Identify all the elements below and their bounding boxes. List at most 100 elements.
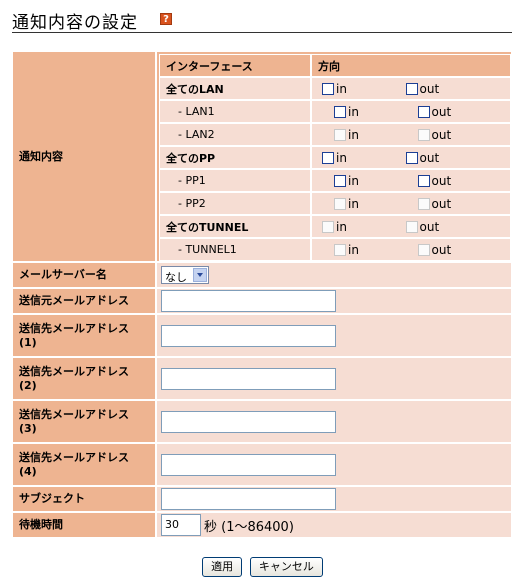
interface-direction-table: インターフェース 方向 全てのLAN in out - LAN1 in out … xyxy=(159,54,511,261)
from-address-value xyxy=(156,288,512,314)
out-label: out xyxy=(419,219,440,234)
column-header-direction: 方向 xyxy=(311,54,511,77)
out-label: out xyxy=(419,150,440,165)
interface-name: 全てのLAN xyxy=(159,77,311,100)
to-address-1-input[interactable] xyxy=(161,324,336,347)
cancel-button[interactable]: キャンセル xyxy=(249,557,323,577)
direction-cell: in out xyxy=(311,169,511,192)
to-address-1-label: 送信先メールアドレス (1) xyxy=(12,314,156,357)
to-address-4-input[interactable] xyxy=(161,453,336,476)
in-label: in xyxy=(348,104,359,119)
subject-row: サブジェクト xyxy=(12,486,512,512)
out-checkbox[interactable] xyxy=(417,174,430,187)
notify-section-row: 通知内容 インターフェース 方向 全てのLAN in out - LAN1 in… xyxy=(12,51,512,262)
to-address-1-label-suffix: (1) xyxy=(19,335,37,349)
interface-name: - PP2 xyxy=(159,192,311,215)
wait-time-unit: 秒 (1〜86400) xyxy=(204,519,294,535)
page-title: 通知内容の設定 xyxy=(12,13,138,33)
interface-name: - LAN1 xyxy=(159,100,311,123)
from-address-label: 送信元メールアドレス xyxy=(12,288,156,314)
out-label: out xyxy=(431,127,452,142)
in-checkbox-disabled xyxy=(334,197,346,210)
direction-cell: in out xyxy=(311,192,511,215)
from-address-input[interactable] xyxy=(161,290,336,312)
mail-server-selected: なし xyxy=(165,271,187,284)
subject-label: サブジェクト xyxy=(12,486,156,512)
interface-name: 全てのTUNNEL xyxy=(159,215,311,238)
interface-row-all-tunnel: 全てのTUNNEL in out xyxy=(159,215,511,238)
out-checkbox[interactable] xyxy=(405,151,418,164)
to-address-3-label-text: 送信先メールアドレス xyxy=(19,407,129,421)
in-label: in xyxy=(336,81,347,96)
out-checkbox[interactable] xyxy=(405,82,418,95)
to-address-2-label-text: 送信先メールアドレス xyxy=(19,364,129,378)
to-address-4-value xyxy=(156,443,512,486)
in-label: in xyxy=(336,150,347,165)
in-label: in xyxy=(348,173,359,188)
in-checkbox-disabled xyxy=(322,220,334,233)
page-header: 通知内容の設定 ? xyxy=(12,6,512,33)
to-address-3-row: 送信先メールアドレス (3) xyxy=(12,400,512,443)
subject-input[interactable] xyxy=(161,488,336,510)
to-address-3-value xyxy=(156,400,512,443)
action-buttons: 適用 キャンセル xyxy=(0,557,525,577)
subject-value xyxy=(156,486,512,512)
to-address-4-label: 送信先メールアドレス (4) xyxy=(12,443,156,486)
column-header-interface: インターフェース xyxy=(159,54,311,77)
interface-row-pp2: - PP2 in out xyxy=(159,192,511,215)
in-checkbox-disabled xyxy=(334,243,346,256)
out-checkbox-disabled xyxy=(417,243,430,256)
interface-row-lan2: - LAN2 in out xyxy=(159,123,511,146)
in-label: in xyxy=(348,242,359,257)
in-checkbox[interactable] xyxy=(334,105,346,118)
wait-time-label: 待機時間 xyxy=(12,512,156,538)
in-checkbox[interactable] xyxy=(322,151,334,164)
in-label: in xyxy=(348,196,359,211)
in-checkbox[interactable] xyxy=(322,82,334,95)
in-checkbox[interactable] xyxy=(334,174,346,187)
out-label: out xyxy=(431,104,452,119)
to-address-2-value xyxy=(156,357,512,400)
to-address-3-label: 送信先メールアドレス (3) xyxy=(12,400,156,443)
out-label: out xyxy=(431,242,452,257)
out-checkbox-disabled xyxy=(405,220,418,233)
out-checkbox-disabled xyxy=(417,128,430,141)
to-address-4-label-text: 送信先メールアドレス xyxy=(19,450,129,464)
interface-name: - LAN2 xyxy=(159,123,311,146)
mail-server-value: なし xyxy=(156,262,512,288)
interface-row-pp1: - PP1 in out xyxy=(159,169,511,192)
to-address-1-value xyxy=(156,314,512,357)
chevron-down-icon[interactable] xyxy=(193,268,207,282)
out-label: out xyxy=(419,81,440,96)
mail-server-row: メールサーバー名 なし xyxy=(12,262,512,288)
in-checkbox-disabled xyxy=(334,128,346,141)
to-address-2-input[interactable] xyxy=(161,367,336,390)
to-address-1-label-text: 送信先メールアドレス xyxy=(19,321,129,335)
direction-cell: in out xyxy=(311,77,511,100)
to-address-4-label-suffix: (4) xyxy=(19,464,37,478)
wait-time-input[interactable]: 30 xyxy=(161,514,201,536)
direction-cell: in out xyxy=(311,123,511,146)
to-address-2-label: 送信先メールアドレス (2) xyxy=(12,357,156,400)
notify-section-label-text: 通知内容 xyxy=(19,149,63,163)
wait-time-row: 待機時間 30 秒 (1〜86400) xyxy=(12,512,512,538)
interface-name: - PP1 xyxy=(159,169,311,192)
out-checkbox-disabled xyxy=(417,197,430,210)
to-address-3-label-suffix: (3) xyxy=(19,421,37,435)
to-address-1-row: 送信先メールアドレス (1) xyxy=(12,314,512,357)
help-icon[interactable]: ? xyxy=(160,13,172,25)
mail-server-select[interactable]: なし xyxy=(161,266,209,284)
in-label: in xyxy=(336,219,347,234)
notify-section-label: 通知内容 xyxy=(12,51,156,262)
notify-section-value: インターフェース 方向 全てのLAN in out - LAN1 in out … xyxy=(156,51,512,262)
to-address-2-label-suffix: (2) xyxy=(19,378,37,392)
out-checkbox[interactable] xyxy=(417,105,430,118)
to-address-4-row: 送信先メールアドレス (4) xyxy=(12,443,512,486)
mail-server-label: メールサーバー名 xyxy=(12,262,156,288)
apply-button[interactable]: 適用 xyxy=(202,557,243,577)
to-address-2-row: 送信先メールアドレス (2) xyxy=(12,357,512,400)
to-address-3-input[interactable] xyxy=(161,410,336,433)
interface-name: 全てのPP xyxy=(159,146,311,169)
in-label: in xyxy=(348,127,359,142)
out-label: out xyxy=(431,196,452,211)
